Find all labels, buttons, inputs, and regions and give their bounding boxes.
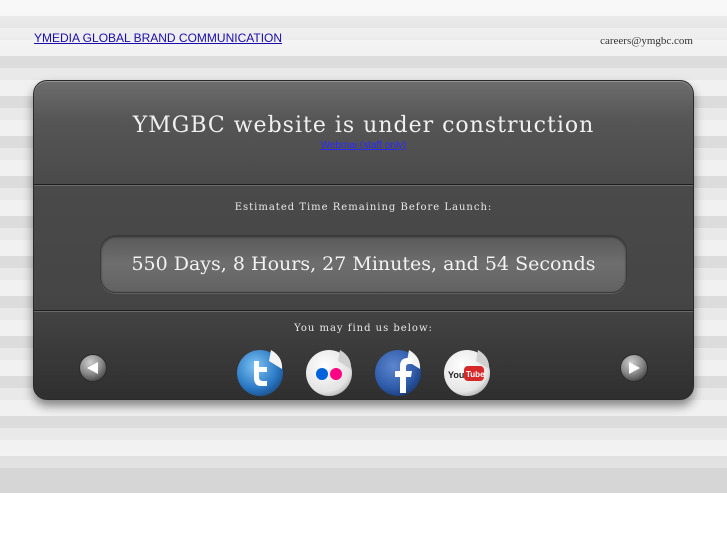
countdown-display: 550 Days, 8 Hours, 27 Minutes, and 54 Se… (100, 235, 627, 293)
arrow-left-icon[interactable] (78, 353, 108, 383)
svg-text:You: You (448, 370, 464, 380)
estimate-label: Estimated Time Remaining Before Launch: (234, 202, 493, 213)
find-us-label: You may find us below: (294, 323, 433, 334)
facebook-icon[interactable] (373, 347, 423, 397)
webmail-link[interactable]: Webmai (staff only) (34, 140, 693, 151)
svg-text:Tube: Tube (466, 370, 485, 379)
youtube-icon[interactable]: You Tube (442, 347, 492, 397)
construction-panel: YMGBC website is under construction Webm… (33, 80, 694, 400)
divider (34, 310, 693, 312)
contact-email: careers@ymgbc.com (600, 35, 693, 47)
divider (34, 184, 693, 186)
page-title: YMGBC website is under construction (132, 113, 595, 138)
flickr-icon[interactable] (304, 347, 354, 397)
arrow-right-icon[interactable] (619, 353, 649, 383)
twitter-icon[interactable] (235, 347, 285, 397)
company-link[interactable]: YMEDIA GLOBAL BRAND COMMUNICATION (34, 31, 282, 45)
footer-band (0, 468, 727, 493)
